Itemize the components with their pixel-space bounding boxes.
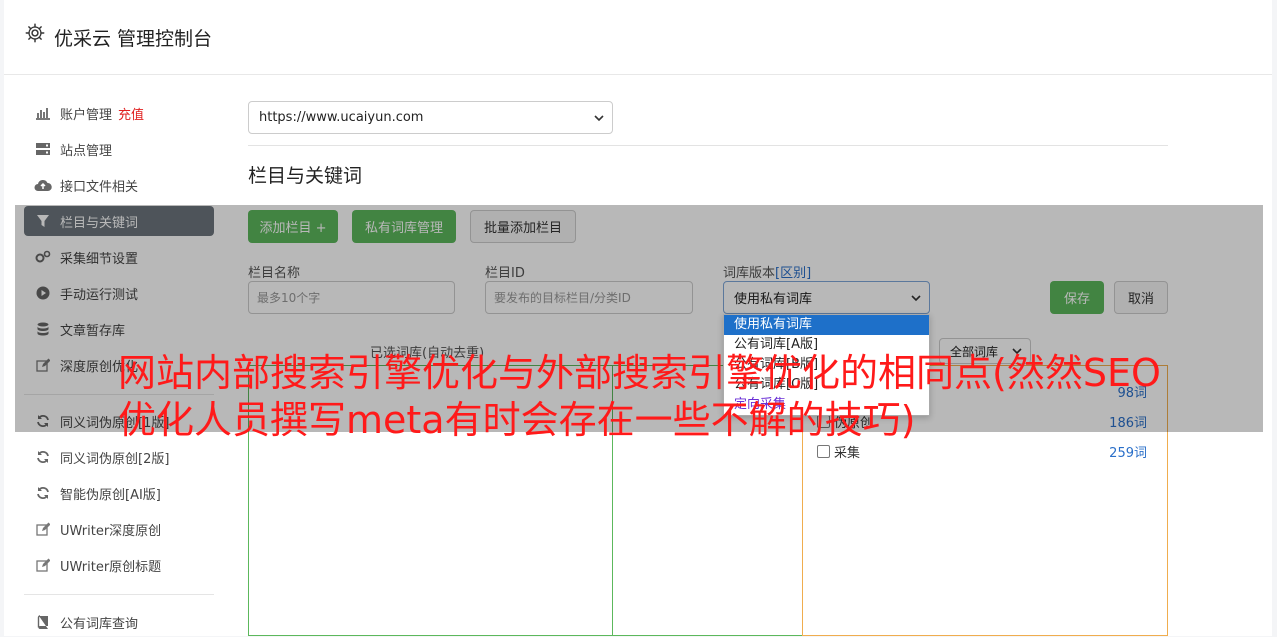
sidebar-item-columns[interactable]: 栏目与关键词 (24, 206, 214, 236)
headline-banner: 网站内部搜索引擎优化与外部搜索引擎优化的相同点(然然SEO优化人员撰写meta有… (118, 351, 1161, 442)
column-name-label: 栏目名称 (248, 266, 301, 281)
add-column-button[interactable]: 添加栏目 + (248, 210, 338, 243)
filter-icon (34, 212, 52, 230)
database-icon (34, 320, 52, 338)
batch-add-button[interactable]: 批量添加栏目 (470, 210, 576, 243)
lib-count: 259词 (1109, 445, 1147, 461)
sidebar-item-account[interactable]: 账户管理 充值 (24, 98, 214, 128)
play-icon (34, 284, 52, 302)
sidebar-item-synonym-v2[interactable]: 同义词伪原创[2版] (24, 442, 214, 472)
edit-icon (34, 556, 52, 574)
app-header: 优采云 管理控制台 (4, 0, 1272, 75)
cancel-button[interactable]: 取消 (1114, 281, 1168, 314)
gear-icon (25, 23, 45, 43)
divider (248, 145, 1168, 146)
cloud-upload-icon (34, 176, 52, 194)
save-button[interactable]: 保存 (1050, 281, 1104, 314)
book-icon (34, 613, 52, 631)
lib-version-select[interactable]: 使用私有词库 (723, 281, 930, 314)
section-title: 栏目与关键词 (248, 165, 363, 187)
sidebar-divider (24, 594, 214, 595)
edit-icon (34, 520, 52, 538)
site-select-value: https://www.ucaiyun.com (259, 110, 424, 125)
sidebar-item-ai-rewrite[interactable]: 智能伪原创[AI版] (24, 478, 214, 508)
sidebar-item-label: 接口文件相关 (60, 179, 139, 195)
chevron-down-icon (594, 114, 604, 121)
sidebar-item-label: UWriter深度原创 (60, 523, 162, 539)
sidebar-item-label: 文章暂存库 (60, 323, 126, 339)
sidebar-item-label: 采集细节设置 (60, 251, 139, 267)
dropdown-option[interactable]: 使用私有词库 (724, 315, 929, 335)
sidebar-item-interface[interactable]: 接口文件相关 (24, 170, 214, 200)
sidebar-item-manual-run[interactable]: 手动运行测试 (24, 278, 214, 308)
private-lib-button[interactable]: 私有词库管理 (352, 210, 456, 243)
checkbox[interactable] (817, 444, 830, 458)
edit-icon (34, 356, 52, 374)
sidebar-item-label: 公有词库查询 (60, 616, 139, 632)
sidebar-item-label: 站点管理 (60, 143, 113, 159)
sidebar-item-collect-settings[interactable]: 采集细节设置 (24, 242, 214, 272)
chevron-down-icon (911, 294, 921, 301)
page-title: 优采云 管理控制台 (54, 28, 213, 50)
refresh-icon (34, 484, 52, 502)
lib-version-value: 使用私有词库 (734, 292, 813, 307)
sidebar-item-label: 栏目与关键词 (60, 215, 139, 231)
sidebar-item-label: UWriter原创标题 (60, 559, 162, 575)
sidebar-item-article-store[interactable]: 文章暂存库 (24, 314, 214, 344)
lib-version-label: 词库版本[区别] (723, 262, 811, 281)
sidebar-item-label: 智能伪原创[AI版] (60, 487, 161, 503)
sidebar-item-label: 账户管理 (60, 107, 113, 123)
refresh-icon (34, 412, 52, 430)
sidebar-item-uwriter-title[interactable]: UWriter原创标题 (24, 550, 214, 580)
site-select[interactable]: https://www.ucaiyun.com (248, 101, 613, 134)
sidebar-item-public-lib[interactable]: 公有词库查询 (24, 607, 214, 637)
difference-link[interactable]: [区别] (775, 266, 811, 281)
list-item[interactable]: 采集 259词 (817, 441, 1147, 461)
sidebar-item-label: 同义词伪原创[2版] (60, 451, 170, 467)
column-name-input[interactable]: 最多10个字 (248, 281, 455, 314)
sidebar-item-sites[interactable]: 站点管理 (24, 134, 214, 164)
gears-icon (34, 248, 52, 266)
recharge-link[interactable]: 充值 (118, 104, 144, 123)
column-id-input[interactable]: 要发布的目标栏目/分类ID (485, 281, 693, 314)
lib-version-label-text: 词库版本 (723, 266, 776, 281)
lib-name: 采集 (834, 445, 861, 461)
refresh-icon (34, 448, 52, 466)
bar-chart-icon (34, 104, 52, 122)
sidebar-item-label: 手动运行测试 (60, 287, 139, 303)
server-icon (34, 140, 52, 158)
column-id-label: 栏目ID (485, 266, 525, 281)
sidebar-item-uwriter-deep[interactable]: UWriter深度原创 (24, 514, 214, 544)
